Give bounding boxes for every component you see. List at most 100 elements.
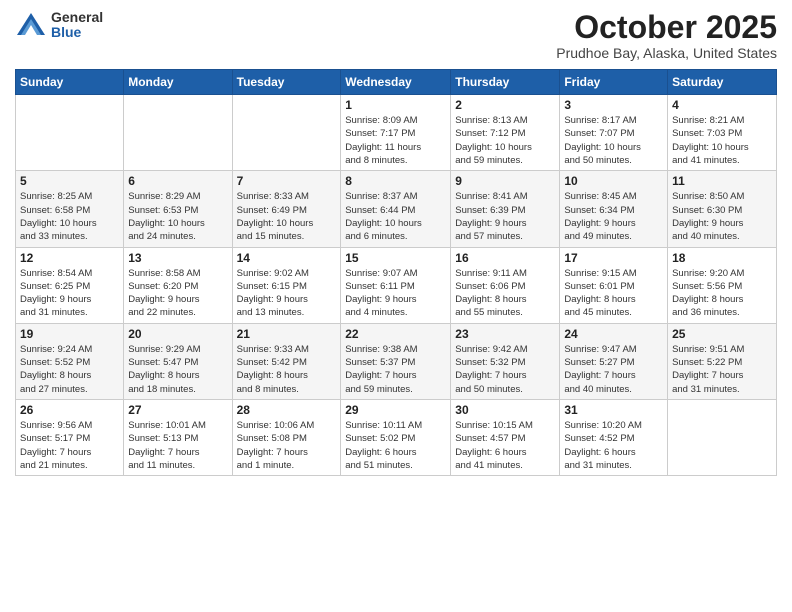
calendar-cell: 29 Sunrise: 10:11 AM Sunset: 5:02 PM Dayl…	[341, 399, 451, 475]
day-number: 22	[345, 327, 446, 341]
calendar-cell: 8 Sunrise: 8:37 AM Sunset: 6:44 PM Daylig…	[341, 171, 451, 247]
day-number: 21	[237, 327, 337, 341]
calendar-cell: 15 Sunrise: 9:07 AM Sunset: 6:11 PM Dayli…	[341, 247, 451, 323]
day-number: 30	[455, 403, 555, 417]
weekday-header: Monday	[124, 70, 232, 95]
calendar-cell: 7 Sunrise: 8:33 AM Sunset: 6:49 PM Daylig…	[232, 171, 341, 247]
day-info: Sunrise: 10:11 AM Sunset: 5:02 PM Daylig…	[345, 419, 446, 472]
calendar-cell: 12 Sunrise: 8:54 AM Sunset: 6:25 PM Dayli…	[16, 247, 124, 323]
calendar-cell: 9 Sunrise: 8:41 AM Sunset: 6:39 PM Daylig…	[451, 171, 560, 247]
day-number: 25	[672, 327, 772, 341]
calendar-cell: 11Sunrise: 8:50 AM Sunset: 6:30 PM Dayli…	[668, 171, 777, 247]
calendar-cell	[232, 95, 341, 171]
day-info: Sunrise: 8:41 AM Sunset: 6:39 PM Dayligh…	[455, 190, 555, 243]
day-info: Sunrise: 8:54 AM Sunset: 6:25 PM Dayligh…	[20, 267, 119, 320]
weekday-header: Thursday	[451, 70, 560, 95]
calendar-cell: 1 Sunrise: 8:09 AM Sunset: 7:17 PM Daylig…	[341, 95, 451, 171]
day-number: 26	[20, 403, 119, 417]
month-title: October 2025	[556, 10, 777, 45]
header: General Blue October 2025 Prudhoe Bay, A…	[15, 10, 777, 61]
day-number: 12	[20, 251, 119, 265]
calendar-cell: 14 Sunrise: 9:02 AM Sunset: 6:15 PM Dayli…	[232, 247, 341, 323]
day-info: Sunrise: 8:09 AM Sunset: 7:17 PM Dayligh…	[345, 114, 446, 167]
calendar-cell: 3 Sunrise: 8:17 AM Sunset: 7:07 PM Daylig…	[560, 95, 668, 171]
day-info: Sunrise: 8:17 AM Sunset: 7:07 PM Dayligh…	[564, 114, 663, 167]
logo-general: General	[51, 10, 103, 25]
day-info: Sunrise: 8:13 AM Sunset: 7:12 PM Dayligh…	[455, 114, 555, 167]
calendar-cell: 2 Sunrise: 8:13 AM Sunset: 7:12 PM Daylig…	[451, 95, 560, 171]
weekday-header: Tuesday	[232, 70, 341, 95]
day-info: Sunrise: 9:47 AM Sunset: 5:27 PM Dayligh…	[564, 343, 663, 396]
day-number: 14	[237, 251, 337, 265]
calendar-week-row: 19 Sunrise: 9:24 AM Sunset: 5:52 PM Dayli…	[16, 323, 777, 399]
page: General Blue October 2025 Prudhoe Bay, A…	[0, 0, 792, 612]
day-number: 27	[128, 403, 227, 417]
day-info: Sunrise: 9:51 AM Sunset: 5:22 PM Dayligh…	[672, 343, 772, 396]
logo-blue: Blue	[51, 25, 103, 40]
day-number: 4	[672, 98, 772, 112]
day-number: 10	[564, 174, 663, 188]
weekday-header: Wednesday	[341, 70, 451, 95]
calendar-cell: 25 Sunrise: 9:51 AM Sunset: 5:22 PM Dayli…	[668, 323, 777, 399]
calendar-cell: 22 Sunrise: 9:38 AM Sunset: 5:37 PM Dayli…	[341, 323, 451, 399]
day-number: 31	[564, 403, 663, 417]
calendar-cell: 20 Sunrise: 9:29 AM Sunset: 5:47 PM Dayli…	[124, 323, 232, 399]
day-info: Sunrise: 9:02 AM Sunset: 6:15 PM Dayligh…	[237, 267, 337, 320]
calendar-week-row: 26Sunrise: 9:56 AM Sunset: 5:17 PM Dayli…	[16, 399, 777, 475]
day-number: 19	[20, 327, 119, 341]
day-info: Sunrise: 10:15 AM Sunset: 4:57 PM Daylig…	[455, 419, 555, 472]
calendar-cell: 4 Sunrise: 8:21 AM Sunset: 7:03 PM Daylig…	[668, 95, 777, 171]
calendar-cell: 16 Sunrise: 9:11 AM Sunset: 6:06 PM Dayli…	[451, 247, 560, 323]
day-number: 8	[345, 174, 446, 188]
day-number: 13	[128, 251, 227, 265]
calendar-cell	[124, 95, 232, 171]
calendar-week-row: 1 Sunrise: 8:09 AM Sunset: 7:17 PM Daylig…	[16, 95, 777, 171]
weekday-header: Saturday	[668, 70, 777, 95]
calendar-cell: 31 Sunrise: 10:20 AM Sunset: 4:52 PM Dayl…	[560, 399, 668, 475]
weekday-header-row: SundayMondayTuesdayWednesdayThursdayFrid…	[16, 70, 777, 95]
calendar-cell: 21 Sunrise: 9:33 AM Sunset: 5:42 PM Dayli…	[232, 323, 341, 399]
day-number: 15	[345, 251, 446, 265]
day-info: Sunrise: 8:37 AM Sunset: 6:44 PM Dayligh…	[345, 190, 446, 243]
day-number: 20	[128, 327, 227, 341]
calendar-cell: 6Sunrise: 8:29 AM Sunset: 6:53 PM Daylig…	[124, 171, 232, 247]
day-info: Sunrise: 9:38 AM Sunset: 5:37 PM Dayligh…	[345, 343, 446, 396]
day-number: 17	[564, 251, 663, 265]
day-info: Sunrise: 8:33 AM Sunset: 6:49 PM Dayligh…	[237, 190, 337, 243]
day-info: Sunrise: 9:33 AM Sunset: 5:42 PM Dayligh…	[237, 343, 337, 396]
day-info: Sunrise: 10:01 AM Sunset: 5:13 PM Daylig…	[128, 419, 227, 472]
calendar-cell: 28 Sunrise: 10:06 AM Sunset: 5:08 PM Dayl…	[232, 399, 341, 475]
calendar-cell: 18Sunrise: 9:20 AM Sunset: 5:56 PM Dayli…	[668, 247, 777, 323]
day-info: Sunrise: 8:21 AM Sunset: 7:03 PM Dayligh…	[672, 114, 772, 167]
calendar-cell	[668, 399, 777, 475]
day-number: 1	[345, 98, 446, 112]
weekday-header: Friday	[560, 70, 668, 95]
day-info: Sunrise: 10:20 AM Sunset: 4:52 PM Daylig…	[564, 419, 663, 472]
day-number: 28	[237, 403, 337, 417]
day-info: Sunrise: 9:29 AM Sunset: 5:47 PM Dayligh…	[128, 343, 227, 396]
day-number: 5	[20, 174, 119, 188]
day-info: Sunrise: 9:07 AM Sunset: 6:11 PM Dayligh…	[345, 267, 446, 320]
logo-icon	[15, 11, 47, 39]
day-number: 9	[455, 174, 555, 188]
subtitle: Prudhoe Bay, Alaska, United States	[556, 45, 777, 61]
day-number: 18	[672, 251, 772, 265]
day-info: Sunrise: 10:06 AM Sunset: 5:08 PM Daylig…	[237, 419, 337, 472]
logo-text: General Blue	[51, 10, 103, 41]
day-info: Sunrise: 9:11 AM Sunset: 6:06 PM Dayligh…	[455, 267, 555, 320]
calendar-cell: 13 Sunrise: 8:58 AM Sunset: 6:20 PM Dayli…	[124, 247, 232, 323]
day-number: 3	[564, 98, 663, 112]
weekday-header: Sunday	[16, 70, 124, 95]
day-info: Sunrise: 9:24 AM Sunset: 5:52 PM Dayligh…	[20, 343, 119, 396]
calendar-cell: 17 Sunrise: 9:15 AM Sunset: 6:01 PM Dayli…	[560, 247, 668, 323]
day-info: Sunrise: 9:15 AM Sunset: 6:01 PM Dayligh…	[564, 267, 663, 320]
day-number: 29	[345, 403, 446, 417]
day-info: Sunrise: 9:42 AM Sunset: 5:32 PM Dayligh…	[455, 343, 555, 396]
day-info: Sunrise: 8:45 AM Sunset: 6:34 PM Dayligh…	[564, 190, 663, 243]
day-number: 7	[237, 174, 337, 188]
day-number: 16	[455, 251, 555, 265]
calendar-cell: 5Sunrise: 8:25 AM Sunset: 6:58 PM Daylig…	[16, 171, 124, 247]
calendar-cell: 19 Sunrise: 9:24 AM Sunset: 5:52 PM Dayli…	[16, 323, 124, 399]
day-number: 2	[455, 98, 555, 112]
day-info: Sunrise: 8:58 AM Sunset: 6:20 PM Dayligh…	[128, 267, 227, 320]
